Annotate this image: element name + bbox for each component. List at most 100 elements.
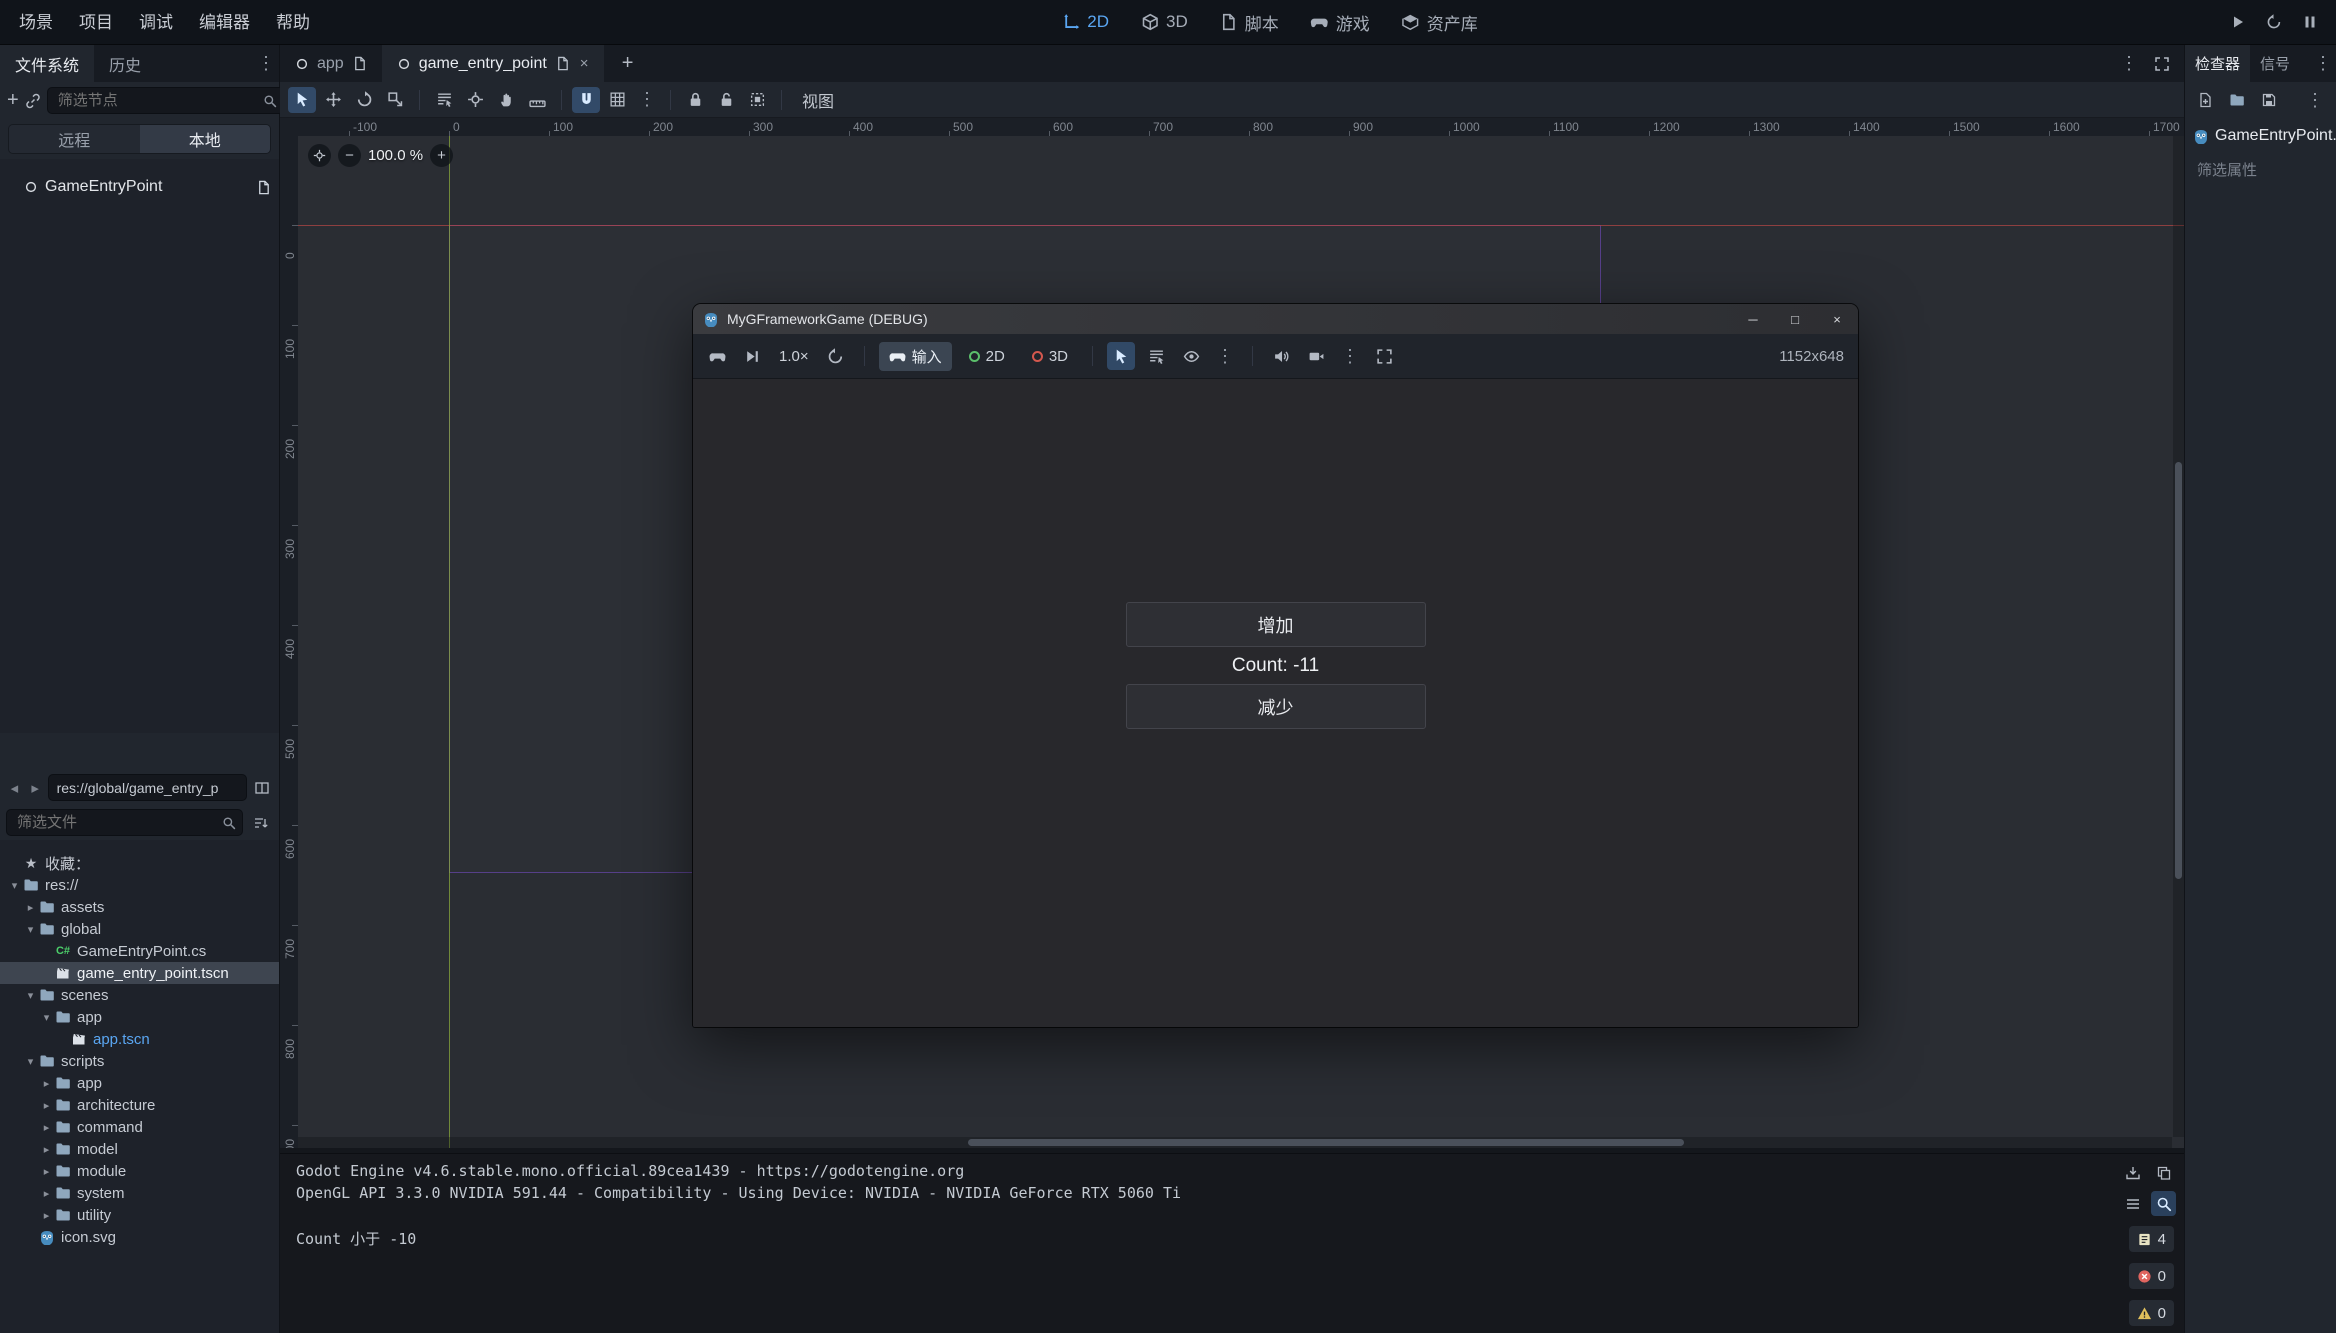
workspace-tab-3d[interactable]: 3D	[1130, 7, 1199, 37]
mode-2d-toggle[interactable]: 2D	[959, 342, 1015, 371]
maximize-button[interactable]: □	[1774, 304, 1816, 334]
minimize-button[interactable]: ─	[1732, 304, 1774, 334]
scrollbar-thumb[interactable]	[2175, 462, 2182, 879]
expand-viewport-button[interactable]	[2150, 52, 2174, 76]
menu-item[interactable]: 编辑器	[186, 0, 263, 45]
scene-tree-root-node[interactable]: GameEntryPoint	[0, 173, 279, 201]
split-view-button[interactable]	[251, 776, 273, 800]
scene-tabs-menu-button[interactable]: ⋮	[2116, 53, 2142, 74]
zoom-in-button[interactable]: +	[430, 144, 453, 167]
scene-tab-game-entry-point[interactable]: game_entry_point ×	[382, 45, 604, 82]
menu-item[interactable]: 项目	[66, 0, 126, 45]
smart-snap-toggle[interactable]	[572, 87, 600, 113]
collapse-icon[interactable]: ▾	[22, 989, 39, 1002]
collapse-icon[interactable]: ▾	[6, 879, 23, 892]
tool-pan-button[interactable]	[492, 87, 520, 113]
file-tree-item[interactable]: ▸system	[0, 1182, 279, 1204]
log-count-badge[interactable]: 4	[2129, 1226, 2174, 1252]
menu-item[interactable]: 调试	[126, 0, 186, 45]
workspace-tab-script[interactable]: 脚本	[1209, 5, 1290, 40]
file-tree-item[interactable]: ▸architecture	[0, 1094, 279, 1116]
copy-output-button[interactable]	[2151, 1160, 2176, 1185]
error-count-badge[interactable]: 0	[2129, 1263, 2174, 1289]
mute-audio-button[interactable]	[1267, 342, 1295, 370]
file-tree-item[interactable]: C#GameEntryPoint.cs	[0, 940, 279, 962]
reload-button[interactable]	[2260, 8, 2288, 36]
workspace-tab-assetlib[interactable]: 资产库	[1391, 5, 1489, 40]
tool-move-button[interactable]	[319, 87, 347, 113]
mode-3d-toggle[interactable]: 3D	[1022, 342, 1078, 371]
reset-time-scale-button[interactable]	[822, 342, 850, 370]
close-tab-button[interactable]: ×	[580, 55, 589, 72]
game-window-titlebar[interactable]: MyGFrameworkGame (DEBUG) ─ □ ×	[693, 304, 1858, 334]
menu-item[interactable]: 帮助	[263, 0, 323, 45]
play-button[interactable]	[2224, 8, 2252, 36]
time-scale-button[interactable]: 1.0×	[773, 348, 815, 365]
warning-count-badge[interactable]: 0	[2129, 1300, 2174, 1326]
expand-icon[interactable]: ▸	[38, 1143, 55, 1156]
toggle-visibility-button[interactable]	[1177, 342, 1205, 370]
nav-back-button[interactable]: ◂	[6, 779, 23, 797]
scrollbar-thumb[interactable]	[968, 1139, 1684, 1146]
group-node-button[interactable]	[743, 87, 771, 113]
property-filter-input[interactable]: 筛选属性	[2185, 155, 2336, 183]
collapse-icon[interactable]: ▾	[22, 923, 39, 936]
load-resource-button[interactable]	[2225, 88, 2249, 112]
file-tree-item[interactable]: ▾global	[0, 918, 279, 940]
vertical-scrollbar[interactable]	[2173, 136, 2184, 1137]
tool-scale-button[interactable]	[381, 87, 409, 113]
zoom-out-button[interactable]: −	[338, 144, 361, 167]
pause-button[interactable]	[2296, 8, 2324, 36]
file-tree-item[interactable]: ▾scenes	[0, 984, 279, 1006]
next-frame-button[interactable]	[738, 342, 766, 370]
snap-options-button[interactable]: ⋮	[634, 89, 660, 110]
game-fullscreen-button[interactable]	[1370, 342, 1398, 370]
inspected-node-row[interactable]: GameEntryPoint...	[2185, 121, 2336, 151]
file-tree-item[interactable]: ▸app	[0, 1072, 279, 1094]
file-tree-item[interactable]: ▸utility	[0, 1204, 279, 1226]
expand-icon[interactable]: ▸	[38, 1099, 55, 1112]
suspend-button[interactable]	[703, 342, 731, 370]
tab-inspector[interactable]: 检查器	[2185, 45, 2250, 82]
tool-list-select-button[interactable]	[430, 87, 458, 113]
input-mode-toggle[interactable]: 输入	[879, 342, 952, 371]
local-mode-tab[interactable]: 本地	[140, 125, 271, 153]
scene-filter-input[interactable]	[48, 92, 283, 109]
file-tree-item[interactable]: ▾res://	[0, 874, 279, 896]
file-tree-item[interactable]: icon.svg	[0, 1226, 279, 1248]
tool-pivot-button[interactable]	[461, 87, 489, 113]
tool-select-button[interactable]	[288, 87, 316, 113]
collapse-icon[interactable]: ▾	[22, 1055, 39, 1068]
file-tree-item[interactable]: ▾scripts	[0, 1050, 279, 1072]
tool-ruler-button[interactable]	[523, 87, 551, 113]
search-output-button[interactable]	[2151, 1191, 2176, 1216]
instantiate-scene-button[interactable]	[25, 90, 41, 112]
expand-icon[interactable]: ▸	[38, 1209, 55, 1222]
file-tree-item[interactable]: ▾app	[0, 1006, 279, 1028]
decrease-button[interactable]: 减少	[1126, 684, 1426, 729]
unlock-node-button[interactable]	[712, 87, 740, 113]
toggle-collapse-button[interactable]	[2120, 1191, 2145, 1216]
close-button[interactable]: ×	[1816, 304, 1858, 334]
tool-rotate-button[interactable]	[350, 87, 378, 113]
file-tree-item[interactable]: ▸assets	[0, 896, 279, 918]
nav-forward-button[interactable]: ▸	[27, 779, 44, 797]
expand-icon[interactable]: ▸	[38, 1077, 55, 1090]
inspector-dock-menu-button[interactable]: ⋮	[2310, 45, 2336, 82]
file-tree-item[interactable]: ▸command	[0, 1116, 279, 1138]
save-resource-button[interactable]	[2257, 88, 2281, 112]
expand-icon[interactable]: ▸	[38, 1121, 55, 1134]
center-view-button[interactable]	[308, 144, 331, 167]
lock-node-button[interactable]	[681, 87, 709, 113]
increase-button[interactable]: 增加	[1126, 602, 1426, 647]
file-tree-item[interactable]: app.tscn	[0, 1028, 279, 1050]
save-output-button[interactable]	[2120, 1160, 2145, 1185]
file-tree-item[interactable]: game_entry_point.tscn	[0, 962, 279, 984]
tab-history[interactable]: 历史	[94, 45, 156, 82]
scene-tab-app[interactable]: app	[280, 45, 382, 82]
file-filter-input[interactable]	[7, 814, 242, 831]
tab-filesystem[interactable]: 文件系统	[0, 45, 94, 82]
add-node-button[interactable]: +	[7, 89, 19, 112]
script-icon[interactable]	[256, 180, 271, 195]
file-tree-item[interactable]: ★收藏：	[0, 852, 279, 874]
